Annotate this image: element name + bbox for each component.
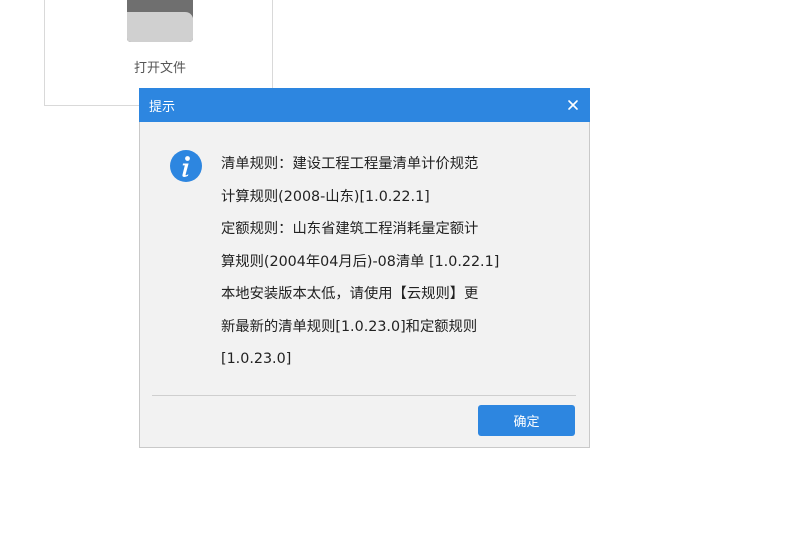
message-line: 计算规则(2008-山东)[1.0.22.1]	[221, 188, 430, 205]
message-line: 算规则(2004年04月后)-08清单 [1.0.22.1]	[221, 253, 500, 270]
screen: 打开文件 提示 清单规则：建设工程工程量清单计价规范 计算规则(2008-山东)…	[0, 0, 806, 548]
dialog-message: 清单规则：建设工程工程量清单计价规范 计算规则(2008-山东)[1.0.22.…	[221, 148, 566, 376]
dialog-divider	[152, 395, 576, 396]
ok-button[interactable]: 确定	[478, 405, 575, 436]
message-line: 定额规则：山东省建筑工程消耗量定额计	[221, 221, 479, 237]
folder-icon	[127, 0, 193, 42]
alert-dialog: 提示 清单规则：建设工程工程量清单计价规范 计算规则(2008-山东)[1.0.…	[139, 88, 590, 448]
message-line: 本地安装版本太低，请使用【云规则】更	[221, 286, 479, 302]
open-file-label: 打开文件	[133, 61, 186, 76]
dialog-titlebar[interactable]: 提示	[139, 88, 590, 122]
message-line: 新最新的清单规则[1.0.23.0]和定额规则	[221, 318, 478, 335]
close-icon[interactable]	[562, 94, 584, 116]
message-line: [1.0.23.0]	[221, 351, 292, 367]
dialog-title: 提示	[149, 100, 176, 115]
info-icon	[170, 150, 202, 182]
message-line: 清单规则：建设工程工程量清单计价规范	[221, 156, 479, 172]
